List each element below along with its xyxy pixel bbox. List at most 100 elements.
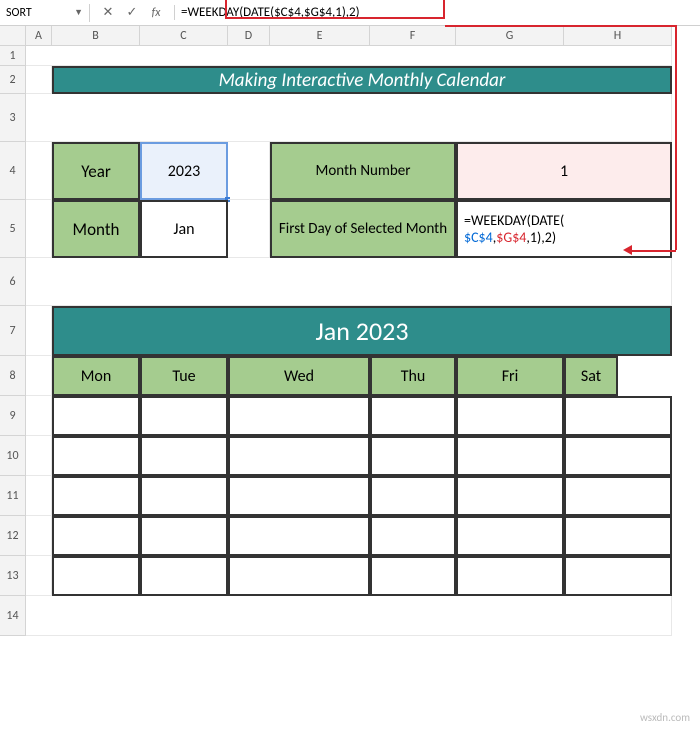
col-header-g[interactable]: G [456,26,564,46]
col-header-a[interactable]: A [26,26,52,46]
cell[interactable] [26,516,52,556]
watermark: wsxdn.com [640,711,690,724]
calendar-cell[interactable] [140,396,228,436]
day-header: Sat [564,356,618,396]
formula-display: =WEEKDAY(DATE( $C$4,$G$4,1),2) [464,212,564,247]
calendar-cell[interactable] [52,396,140,436]
row-header-13[interactable]: 13 [0,556,26,596]
calendar-cell[interactable] [370,396,456,436]
fx-icon[interactable]: fx [148,6,164,20]
day-header: Tue [140,356,228,396]
calendar-cell[interactable] [52,516,140,556]
day-header: Thu [370,356,456,396]
col-header-c[interactable]: C [140,26,228,46]
calendar-cell[interactable] [456,436,564,476]
calendar-cell[interactable] [52,436,140,476]
calendar-cell[interactable] [370,516,456,556]
cell[interactable] [26,94,672,142]
annotation-arrow [445,25,675,27]
calendar-cell[interactable] [52,556,140,596]
calendar-cell[interactable] [228,396,370,436]
calendar-cell[interactable] [370,436,456,476]
row-header-12[interactable]: 12 [0,516,26,556]
cell[interactable] [26,596,672,636]
calendar-cell[interactable] [228,516,370,556]
calendar-cell[interactable] [564,516,672,556]
cell[interactable] [26,356,52,396]
formula-text: =WEEKDAY(DATE($C$4,$G$4,1),2) [181,5,360,20]
calendar-cell[interactable] [456,516,564,556]
page-title: Making Interactive Monthly Calendar [52,66,672,94]
year-value-cell[interactable]: 2023 [140,142,228,200]
cell[interactable] [26,556,52,596]
row-header-4[interactable]: 4 [0,142,26,200]
calendar-cell[interactable] [228,476,370,516]
first-day-label: First Day of Selected Month [270,200,456,258]
cell[interactable] [26,200,52,258]
cancel-icon[interactable]: ✕ [100,5,116,20]
annotation-arrow [629,250,676,252]
calendar-cell[interactable] [140,516,228,556]
col-header-h[interactable]: H [564,26,672,46]
calendar-cell[interactable] [52,476,140,516]
row-header-10[interactable]: 10 [0,436,26,476]
row-header-3[interactable]: 3 [0,94,26,142]
col-header-e[interactable]: E [270,26,370,46]
row-header-9[interactable]: 9 [0,396,26,436]
formula-bar-buttons: ✕ ✓ fx [90,5,175,20]
month-value-cell[interactable]: Jan [140,200,228,258]
day-header: Fri [456,356,564,396]
col-header-b[interactable]: B [52,26,140,46]
day-header: Wed [228,356,370,396]
select-all-corner[interactable] [0,26,26,46]
cell[interactable] [26,306,52,356]
formula-bar: SORT ▼ ✕ ✓ fx =WEEKDAY(DATE($C$4,$G$4,1)… [0,0,700,26]
row-header-5[interactable]: 5 [0,200,26,258]
spreadsheet-grid[interactable]: A B C D E F G H 1 2 Making Interactive M… [0,26,700,636]
row-header-11[interactable]: 11 [0,476,26,516]
annotation-arrow [675,25,677,250]
chevron-down-icon[interactable]: ▼ [74,7,83,18]
calendar-cell[interactable] [564,476,672,516]
year-label: Year [52,142,140,200]
month-number-value[interactable]: 1 [456,142,672,200]
row-header-6[interactable]: 6 [0,258,26,306]
calendar-cell[interactable] [456,396,564,436]
calendar-cell[interactable] [456,556,564,596]
col-header-f[interactable]: F [370,26,456,46]
calendar-cell[interactable] [140,476,228,516]
col-header-d[interactable]: D [228,26,270,46]
calendar-cell[interactable] [370,556,456,596]
calendar-cell[interactable] [564,436,672,476]
confirm-icon[interactable]: ✓ [124,5,140,20]
formula-input[interactable]: =WEEKDAY(DATE($C$4,$G$4,1),2) [175,3,366,22]
name-box-value: SORT [6,6,32,20]
calendar-cell[interactable] [370,476,456,516]
row-header-8[interactable]: 8 [0,356,26,396]
row-header-1[interactable]: 1 [0,46,26,66]
row-header-14[interactable]: 14 [0,596,26,636]
calendar-cell[interactable] [140,556,228,596]
cell[interactable] [26,46,672,66]
cell[interactable] [26,66,52,94]
calendar-cell[interactable] [564,396,672,436]
row-header-2[interactable]: 2 [0,66,26,94]
cell[interactable] [26,258,672,306]
cell[interactable] [26,396,52,436]
name-box[interactable]: SORT ▼ [0,4,90,22]
cell[interactable] [26,476,52,516]
calendar-cell[interactable] [140,436,228,476]
row-header-7[interactable]: 7 [0,306,26,356]
cell[interactable] [26,142,52,200]
cell[interactable] [26,436,52,476]
calendar-cell[interactable] [228,556,370,596]
calendar-cell[interactable] [564,556,672,596]
day-header: Mon [52,356,140,396]
cell[interactable] [228,142,270,200]
cell[interactable] [228,200,270,258]
calendar-cell[interactable] [228,436,370,476]
calendar-title: Jan 2023 [52,306,672,356]
calendar-cell[interactable] [456,476,564,516]
month-label: Month [52,200,140,258]
month-number-label: Month Number [270,142,456,200]
